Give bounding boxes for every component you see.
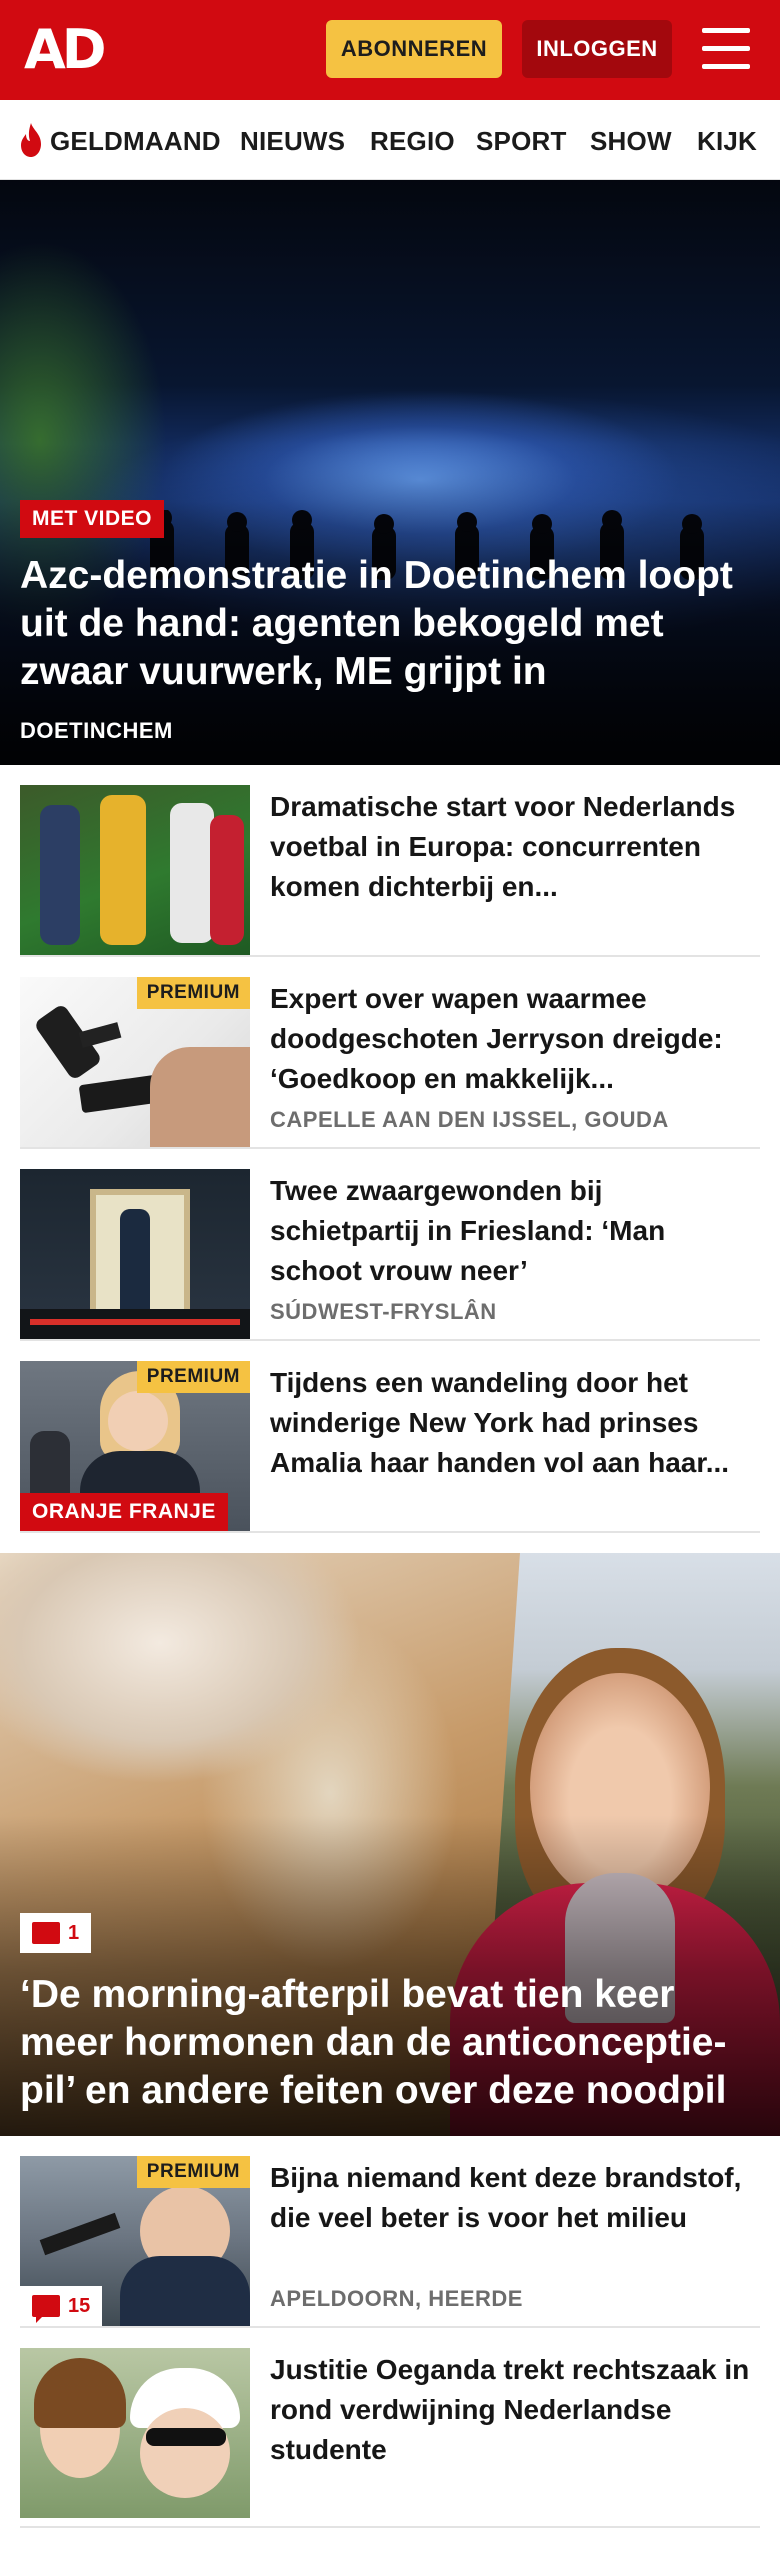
list-item[interactable]: Dramatische start voor Nederlands voetba… — [20, 765, 760, 957]
login-button[interactable]: INLOGGEN — [522, 20, 672, 78]
nav-item-kijk[interactable]: KIJK — [697, 126, 757, 157]
nav-item-show[interactable]: SHOW — [590, 126, 672, 157]
comment-count[interactable]: 15 — [20, 2286, 103, 2326]
hero-title[interactable]: Azc-demonstratie in Doetinchem loopt uit… — [20, 552, 760, 696]
list-item[interactable]: PREMIUM 15 Bijna niemand kent deze brand… — [20, 2136, 760, 2328]
article-location: APELDOORN, HEERDE — [270, 2286, 523, 2311]
article-title[interactable]: Twee zwaargewonden bij schietpartij in F… — [270, 1171, 750, 1291]
top-header: AD ABONNEREN INLOGGEN — [0, 0, 780, 100]
article-thumbnail — [20, 1169, 250, 1339]
hero-article[interactable]: MET VIDEO Azc-demonstratie in Doetinchem… — [0, 180, 780, 765]
feature-title[interactable]: ‘De morning-afterpil bevat tien keer mee… — [20, 1971, 770, 2115]
premium-badge: PREMIUM — [136, 977, 250, 1009]
nav-item-sport[interactable]: SPORT — [476, 126, 567, 157]
comment-count-value: 15 — [68, 2294, 91, 2317]
flame-icon — [21, 123, 41, 157]
list-item[interactable]: Justitie Oeganda trekt rechtszaak in ron… — [20, 2328, 760, 2528]
comment-icon — [32, 1922, 60, 1944]
list-item[interactable]: PREMIUM ORANJE FRANJE Tijdens een wandel… — [20, 1341, 760, 1533]
nav-item-regio[interactable]: REGIO — [370, 126, 455, 157]
article-thumbnail — [20, 2348, 250, 2518]
hamburger-icon[interactable] — [702, 28, 750, 70]
hero-location: DOETINCHEM — [20, 718, 173, 743]
article-title[interactable]: Expert over wapen waarmee doodgeschoten … — [270, 979, 750, 1099]
list-item[interactable]: PREMIUM Expert over wapen waarmee doodge… — [20, 957, 760, 1149]
article-thumbnail — [20, 785, 250, 955]
comment-count[interactable]: 1 — [20, 1913, 92, 1953]
article-title[interactable]: Justitie Oeganda trekt rechtszaak in ron… — [270, 2350, 750, 2470]
premium-badge: PREMIUM — [136, 1361, 250, 1393]
nav-item-geldmaand[interactable]: GELDMAAND — [50, 126, 221, 157]
ad-logo[interactable]: AD — [24, 22, 107, 78]
nav-item-nieuws[interactable]: NIEUWS — [240, 126, 345, 157]
article-title[interactable]: Tijdens een wandeling door het winderige… — [270, 1363, 750, 1483]
list-item[interactable]: Twee zwaargewonden bij schietpartij in F… — [20, 1149, 760, 1341]
article-thumbnail: PREMIUM ORANJE FRANJE — [20, 1361, 250, 1531]
comment-icon — [32, 2295, 60, 2323]
subscribe-button[interactable]: ABONNEREN — [326, 20, 502, 78]
article-thumbnail: PREMIUM — [20, 977, 250, 1147]
article-title[interactable]: Bijna niemand kent deze brandstof, die v… — [270, 2158, 750, 2238]
video-badge: MET VIDEO — [20, 500, 165, 538]
article-location: SÚDWEST-FRYSLÂN — [270, 1299, 497, 1324]
oranje-franje-badge: ORANJE FRANJE — [20, 1493, 228, 1531]
premium-badge: PREMIUM — [136, 2156, 250, 2188]
comment-count-value: 1 — [68, 1921, 80, 1944]
article-location: CAPELLE AAN DEN IJSSEL, GOUDA — [270, 1107, 669, 1132]
feature-article[interactable]: 1 ‘De morning-afterpil bevat tien keer m… — [0, 1553, 780, 2136]
article-thumbnail: PREMIUM 15 — [20, 2156, 250, 2326]
section-nav: GELDMAAND NIEUWS REGIO SPORT SHOW KIJK — [0, 100, 780, 180]
article-title[interactable]: Dramatische start voor Nederlands voetba… — [270, 787, 750, 907]
